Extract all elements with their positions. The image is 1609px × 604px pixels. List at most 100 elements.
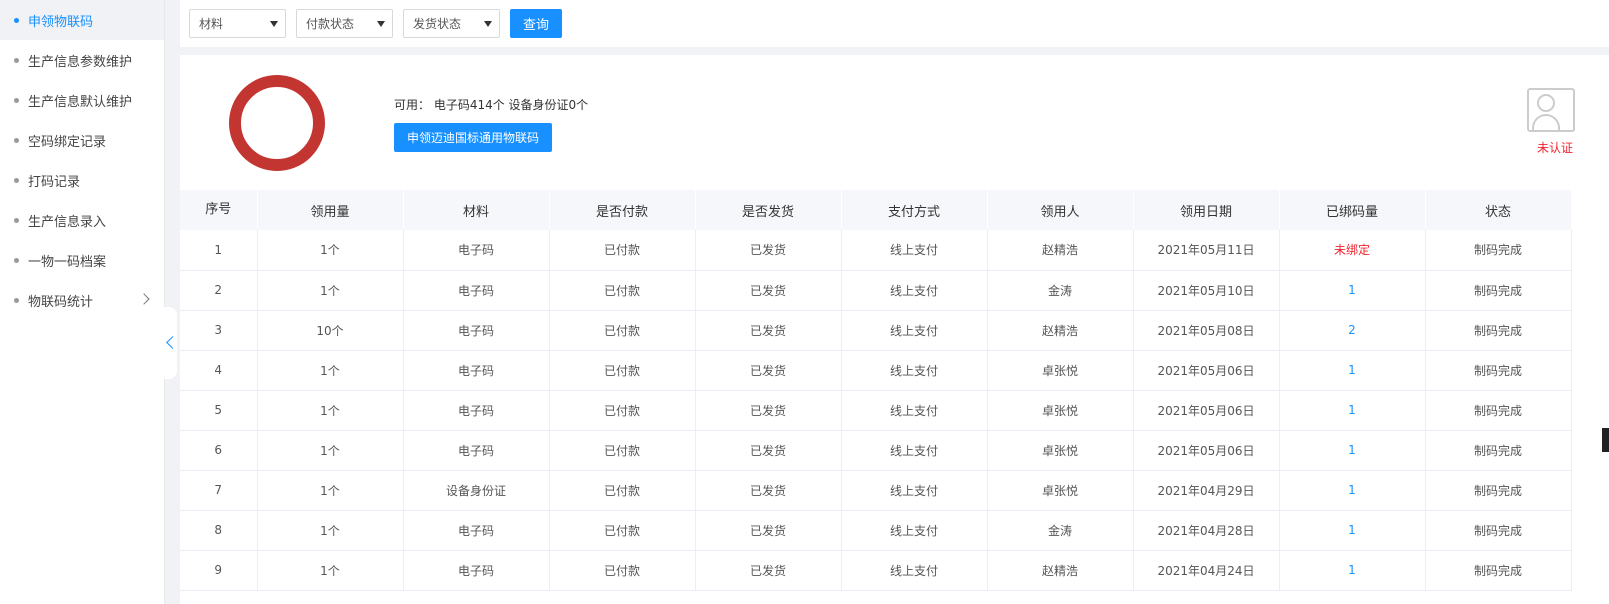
cell-col-quantity: 1个 — [257, 350, 404, 391]
cell-col-shipped: 已发货 — [695, 470, 842, 511]
header-col-bound-count: 已绑码量 — [1279, 190, 1426, 230]
cell-col-bound-count[interactable]: 1 — [1279, 350, 1426, 391]
table-row: 8 1个 电子码 已付款 已发货 线上支付 金涛 2021年04月28日 1 制码完成 — [180, 510, 1572, 551]
cell-col-shipped: 已发货 — [695, 270, 842, 311]
sidebar-item-label: 生产信息参数维护 — [28, 54, 133, 70]
sidebar-item-label: 打码记录 — [28, 174, 81, 190]
payment-status-select-value: 付款状态 — [306, 17, 355, 31]
cell-col-paid: 已付款 — [549, 270, 696, 311]
sidebar-item-empty-code-binding[interactable]: 空码绑定记录 — [0, 120, 164, 160]
cell-col-quantity: 1个 — [257, 470, 404, 511]
cell-col-material: 电子码 — [403, 550, 550, 591]
apply-iot-code-button[interactable]: 申领迈迪国标通用物联码 — [394, 123, 552, 152]
sidebar-item-label: 空码绑定记录 — [28, 134, 107, 150]
table-row: 1 1个 电子码 已付款 已发货 线上支付 赵精浩 2021年05月11日 未绑定 制码完成 — [180, 230, 1572, 271]
cell-col-bound-count[interactable]: 1 — [1279, 470, 1426, 511]
cell-col-payment-method: 线上支付 — [841, 310, 988, 351]
cell-col-paid: 已付款 — [549, 470, 696, 511]
sidebar-item-iot-code-stats[interactable]: 物联码统计 — [0, 280, 164, 320]
header-col-quantity: 领用量 — [257, 190, 404, 230]
bullet-icon — [14, 217, 19, 223]
cell-col-paid: 已付款 — [549, 390, 696, 431]
sidebar-item-label: 生产信息录入 — [28, 214, 107, 230]
shipping-status-select[interactable]: 发货状态 — [403, 9, 500, 38]
cell-col-date: 2021年05月11日 — [1133, 230, 1280, 271]
bullet-icon — [14, 177, 19, 183]
sidebar: 申领物联码 生产信息参数维护 生产信息默认维护 空码绑定记录 打码记录 生产信息… — [0, 0, 165, 604]
cell-col-recipient: 赵精浩 — [987, 550, 1134, 591]
cell-col-shipped: 已发货 — [695, 550, 842, 591]
cell-col-material: 电子码 — [403, 270, 550, 311]
cell-col-status: 制码完成 — [1425, 550, 1572, 591]
cell-col-shipped: 已发货 — [695, 510, 842, 551]
cell-col-status: 制码完成 — [1425, 430, 1572, 471]
cell-col-paid: 已付款 — [549, 310, 696, 351]
cell-col-status: 制码完成 — [1425, 270, 1572, 311]
caret-down-icon — [377, 21, 385, 27]
sidebar-item-apply-iot-code[interactable]: 申领物联码 — [0, 0, 164, 40]
sidebar-item-print-records[interactable]: 打码记录 — [0, 160, 164, 200]
cell-col-paid: 已付款 — [549, 510, 696, 551]
cell-col-shipped: 已发货 — [695, 310, 842, 351]
header-col-status: 状态 — [1425, 190, 1572, 230]
cell-col-payment-method: 线上支付 — [841, 430, 988, 471]
material-select-value: 材料 — [199, 17, 224, 31]
header-col-payment-method: 支付方式 — [841, 190, 988, 230]
cell-col-payment-method: 线上支付 — [841, 510, 988, 551]
cell-col-bound-count[interactable]: 1 — [1279, 270, 1426, 311]
cell-col-material: 电子码 — [403, 390, 550, 431]
id-card-icon[interactable] — [1527, 88, 1575, 132]
cell-col-payment-method: 线上支付 — [841, 470, 988, 511]
cell-col-bound-count[interactable]: 2 — [1279, 310, 1426, 351]
cell-col-index: 5 — [180, 390, 258, 431]
header-col-shipped: 是否发货 — [695, 190, 842, 230]
cell-col-payment-method: 线上支付 — [841, 230, 988, 271]
cell-col-payment-method: 线上支付 — [841, 550, 988, 591]
cell-col-index: 2 — [180, 270, 258, 311]
scrollbar-thumb[interactable] — [1602, 428, 1609, 452]
cell-col-index: 7 — [180, 470, 258, 511]
material-select[interactable]: 材料 — [189, 9, 286, 38]
cell-col-recipient: 金涛 — [987, 510, 1134, 551]
cell-col-quantity: 1个 — [257, 230, 404, 271]
cell-col-quantity: 1个 — [257, 550, 404, 591]
cell-col-material: 电子码 — [403, 430, 550, 471]
cell-col-date: 2021年04月28日 — [1133, 510, 1280, 551]
sidebar-item-production-params[interactable]: 生产信息参数维护 — [0, 40, 164, 80]
query-button[interactable]: 查询 — [510, 9, 562, 38]
cell-col-shipped: 已发货 — [695, 350, 842, 391]
cell-col-bound-count[interactable]: 1 — [1279, 550, 1426, 591]
cell-col-date: 2021年04月29日 — [1133, 470, 1280, 511]
cell-col-bound-count[interactable]: 1 — [1279, 510, 1426, 551]
cell-col-date: 2021年05月06日 — [1133, 430, 1280, 471]
payment-status-select[interactable]: 付款状态 — [296, 9, 393, 38]
sidebar-item-production-defaults[interactable]: 生产信息默认维护 — [0, 80, 164, 120]
certification-status[interactable]: 未认证 — [1537, 139, 1573, 156]
table-row: 4 1个 电子码 已付款 已发货 线上支付 卓张悦 2021年05月06日 1 制码完成 — [180, 350, 1572, 391]
person-head-shape — [1537, 94, 1555, 112]
table-header-row: 序号 领用量 材料 是否付款 是否发货 支付方式 领用人 领用日期 已绑码量 状态 — [180, 190, 1572, 230]
available-count-text: 可用： 电子码414个 设备身份证0个 — [394, 98, 589, 112]
cell-col-paid: 已付款 — [549, 430, 696, 471]
cell-col-recipient: 卓张悦 — [987, 470, 1134, 511]
sidebar-item-label: 申领物联码 — [28, 14, 94, 30]
chevron-left-icon — [166, 336, 179, 349]
cell-col-material: 设备身份证 — [403, 470, 550, 511]
cell-col-paid: 已付款 — [549, 350, 696, 391]
records-table: 序号 领用量 材料 是否付款 是否发货 支付方式 领用人 领用日期 已绑码量 状态 1 1个 电子码已… — [180, 190, 1572, 591]
bullet-icon — [14, 57, 19, 63]
caret-down-icon — [484, 21, 492, 27]
sidebar-collapse-toggle[interactable] — [163, 307, 179, 379]
cell-col-bound-count[interactable]: 1 — [1279, 390, 1426, 431]
bullet-icon — [14, 137, 19, 143]
cell-col-bound-count[interactable]: 1 — [1279, 430, 1426, 471]
sidebar-item-production-entry[interactable]: 生产信息录入 — [0, 200, 164, 240]
cell-col-shipped: 已发货 — [695, 390, 842, 431]
records-table-container: 序号 领用量 材料 是否付款 是否发货 支付方式 领用人 领用日期 已绑码量 状态 1 1个 电子码已… — [180, 190, 1609, 604]
cell-col-quantity: 1个 — [257, 430, 404, 471]
cell-col-bound-count: 未绑定 — [1279, 230, 1426, 271]
table-row: 2 1个 电子码 已付款 已发货 线上支付 金涛 2021年05月10日 1 制码完成 — [180, 270, 1572, 311]
cell-col-status: 制码完成 — [1425, 390, 1572, 431]
header-col-paid: 是否付款 — [549, 190, 696, 230]
sidebar-item-one-code-archive[interactable]: 一物一码档案 — [0, 240, 164, 280]
